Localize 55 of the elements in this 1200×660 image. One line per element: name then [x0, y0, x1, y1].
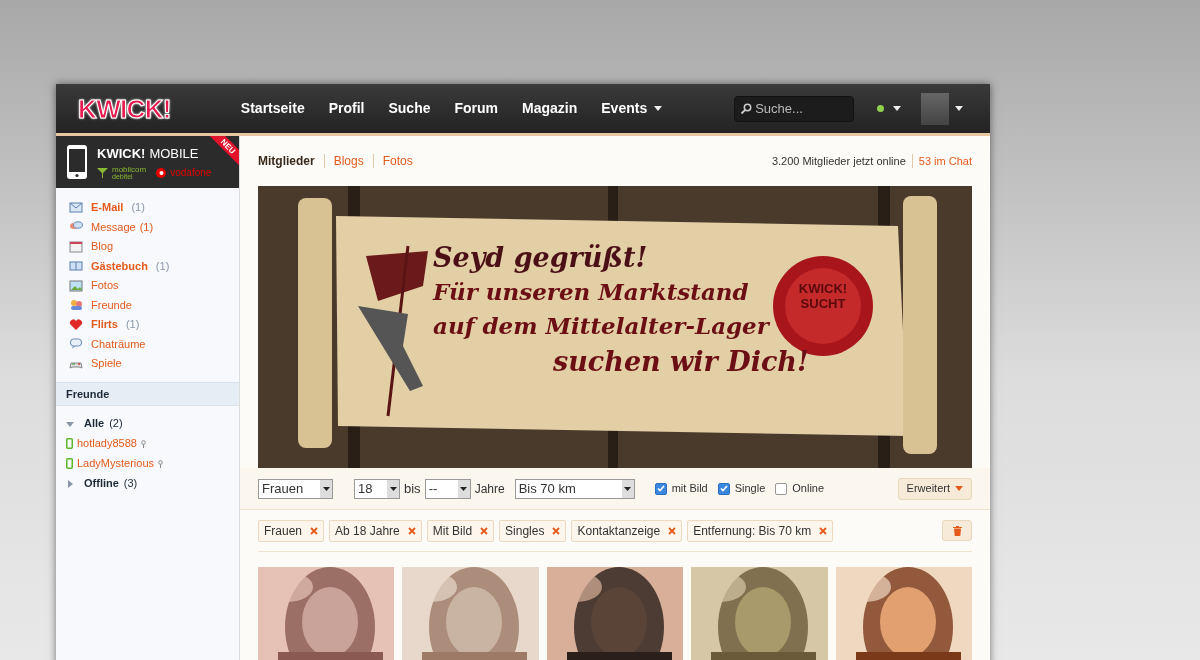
checkbox-label: Online [792, 481, 825, 497]
tag-label: Entfernung: Bis 70 km [693, 522, 812, 540]
tag-label: Frauen [264, 522, 303, 540]
promo-title: MOBILE [149, 144, 199, 163]
gender-select[interactable]: Frauen [258, 478, 333, 499]
advanced-button[interactable]: Erweitert [897, 477, 972, 500]
search-field[interactable]: Suche... [734, 95, 855, 122]
count-label: (1) [131, 200, 145, 215]
nav-link[interactable]: Startseite [228, 98, 317, 119]
group-label[interactable]: Offline [84, 475, 119, 492]
count-label: (3) [123, 476, 138, 492]
count-label: (1) [139, 219, 154, 235]
checkbox-label: mit Bild [671, 481, 708, 497]
seal-text: SUCHT [800, 296, 846, 311]
banner-heading: Seyd gegrüßt! [433, 241, 649, 275]
banner-text: suchen wir Dich! [553, 345, 809, 379]
banner-text: auf dem Mittelalter-Lager [433, 311, 771, 341]
tag-label: Singles [505, 522, 545, 540]
tag-label: Ab 18 Jahre [335, 522, 400, 540]
age-to-select[interactable]: -- [424, 478, 471, 499]
age-from-select[interactable]: 18 [354, 478, 400, 499]
section-header: Freunde [56, 381, 239, 406]
nav-link[interactable]: Suche [376, 98, 443, 119]
range-label: bis [404, 479, 421, 498]
friend-link[interactable]: hotlady8588 [77, 435, 137, 452]
count-label: (1) [125, 317, 140, 332]
partner-name: vodafone [170, 166, 212, 181]
group-label[interactable]: Alle [84, 415, 105, 432]
count-label: (2) [109, 416, 123, 432]
nav-link[interactable]: Forum [442, 98, 511, 119]
tab[interactable]: Fotos [382, 152, 413, 170]
promo-brand: KWICK! [97, 144, 146, 163]
online-count: 3.200 Mitglieder jetzt online [771, 153, 906, 169]
nav-link[interactable]: Events [589, 98, 675, 119]
tag-label: Kontaktanzeige [577, 522, 661, 540]
menu-link[interactable]: Gästebuch [91, 257, 148, 274]
menu-link[interactable]: Chaträume [91, 335, 146, 352]
partner-name: mobilcom [112, 165, 147, 173]
age-unit-label: Jahre [474, 480, 505, 498]
distance-select[interactable]: Bis 70 km [514, 478, 635, 499]
count-label: (1) [155, 258, 170, 274]
menu-link[interactable]: Freunde [91, 296, 132, 313]
nav-link[interactable]: Magazin [510, 98, 590, 119]
menu-link[interactable]: Message [91, 218, 136, 235]
seal-text: KWICK! [798, 281, 848, 296]
tab[interactable]: Mitglieder [258, 152, 315, 170]
checkbox-label: Single [734, 481, 766, 497]
menu-link[interactable]: Fotos [91, 277, 119, 294]
tag-label: Mit Bild [432, 522, 473, 540]
nav-link[interactable]: Profil [316, 98, 377, 119]
tab[interactable]: Blogs [333, 152, 364, 170]
menu-link[interactable]: Spiele [91, 355, 122, 372]
chat-link[interactable]: 53 im Chat [918, 152, 972, 170]
menu-link[interactable]: Blog [91, 238, 114, 255]
friend-link[interactable]: LadyMysterious [77, 455, 155, 472]
